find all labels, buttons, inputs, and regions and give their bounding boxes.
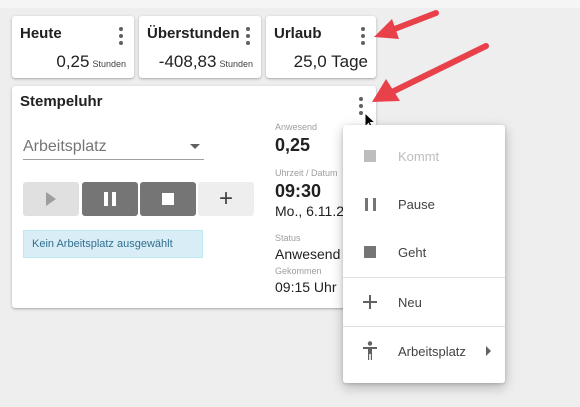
menu-item-label: Geht [398,244,427,260]
stop-icon [162,193,174,205]
stempeluhr-card: Stempeluhr Arbeitsplatz + Kein Arbeitspl… [12,86,376,308]
add-button[interactable]: + [198,182,254,216]
stop-square-icon [361,243,379,261]
date-value: Mo., 6.11.2 [275,203,345,219]
kpi-card-urlaub: Urlaub 25,0 Tage [266,16,376,78]
time-value: 09:30 [275,181,322,201]
plus-icon [361,293,379,311]
kpi-value-heute: 0,25 Stunden [56,52,126,72]
stempeluhr-title: Stempeluhr [20,93,103,110]
kpi-card-ueberstunden: Überstunden -408,83 Stunden [139,16,261,78]
kpi-card-heute: Heute 0,25 Stunden [12,16,134,78]
kebab-menu-icon[interactable] [115,26,127,46]
no-workplace-notice: Kein Arbeitsplatz ausgewählt [23,230,203,258]
start-button[interactable] [23,182,79,216]
kpi-unit: Stunden [219,59,253,69]
menu-item-label: Arbeitsplatz [398,343,466,359]
pause-icon [104,192,116,206]
kpi-title-heute: Heute [20,25,62,42]
play-icon [46,192,56,206]
status-value: Anwesend [275,246,341,262]
kpi-value-ueberstunden: -408,83 Stunden [159,52,253,72]
time-label: Uhrzeit / Datum [275,168,338,178]
plus-icon: + [218,185,233,212]
annotation-arrow-icon [372,43,489,102]
kebab-menu-icon[interactable] [242,26,254,46]
menu-item-neu[interactable]: Neu [343,278,505,326]
pause-icon [361,195,379,213]
workplace-select[interactable]: Arbeitsplatz [23,132,204,160]
anwesend-label: Anwesend [275,122,318,132]
chevron-right-icon [486,346,491,356]
menu-item-label: Neu [398,294,422,310]
context-menu: Kommt Pause Geht Neu Arbeitsplatz [343,125,505,383]
kpi-number: 25,0 Tage [293,52,368,71]
kpi-number: -408,83 [158,52,217,71]
gekommen-value: 09:15 Uhr [275,279,337,295]
menu-item-kommt[interactable]: Kommt [343,132,505,180]
menu-item-label: Kommt [398,148,440,164]
menu-item-label: Pause [398,196,435,212]
kpi-title-urlaub: Urlaub [274,25,322,42]
pause-button[interactable] [82,182,138,216]
person-icon [361,341,379,360]
kpi-number: 0,25 [56,52,90,71]
chevron-down-icon [190,144,200,149]
menu-item-arbeitsplatz[interactable]: Arbeitsplatz [343,327,505,375]
kpi-value-urlaub: 25,0 Tage [294,52,368,72]
kpi-unit: Stunden [92,59,126,69]
stop-square-icon [361,147,379,165]
menu-item-pause[interactable]: Pause [343,180,505,228]
workplace-placeholder: Arbeitsplatz [23,138,107,155]
menu-item-geht[interactable]: Geht [343,228,505,276]
stop-button[interactable] [140,182,196,216]
gekommen-label: Gekommen [275,266,322,276]
kpi-title-ueberstunden: Überstunden [147,25,240,42]
anwesend-value: 0,25 [275,135,311,155]
status-label: Status [275,233,301,243]
top-bar [0,0,580,8]
